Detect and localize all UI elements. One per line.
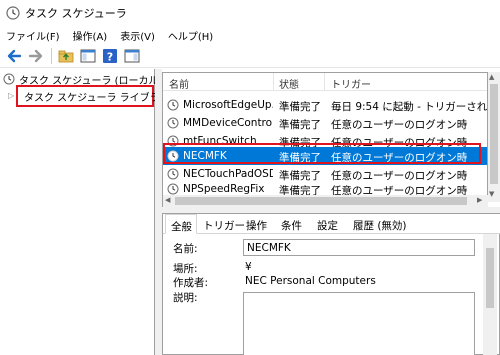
- show-action-pane-button[interactable]: [123, 47, 141, 65]
- toolbar-separator: [51, 47, 52, 64]
- task-name-field[interactable]: NECMFK: [243, 239, 475, 256]
- column-header-trigger[interactable]: トリガー: [331, 76, 371, 91]
- scroll-up-arrow-icon[interactable]: ▲: [489, 73, 494, 81]
- toolbar: ?: [0, 44, 500, 68]
- tab-actions[interactable]: 操作: [246, 214, 267, 234]
- location-label: 場所:: [173, 263, 198, 275]
- tab-history[interactable]: 履歴 (無効): [353, 214, 407, 234]
- task-detail-pane: 全般 トリガー 操作 条件 設定 履歴 (無効) 名前: NECMFK 場所: …: [162, 213, 500, 355]
- task-name: MMDeviceControl...: [183, 117, 273, 129]
- task-clock-icon: [167, 117, 179, 129]
- task-status: 準備完了: [279, 119, 321, 131]
- location-value: ¥: [245, 261, 252, 273]
- column-header-status[interactable]: 状態: [279, 76, 299, 91]
- forward-button[interactable]: [27, 47, 45, 65]
- task-row[interactable]: MMDeviceControl... 準備完了 任意のユーザーのログオン時: [163, 115, 487, 132]
- column-separator[interactable]: [324, 73, 325, 91]
- task-list-vertical-scrollbar[interactable]: ▲ ▼: [488, 72, 500, 202]
- task-name: NPSpeedRegFix: [183, 183, 265, 195]
- task-list-horizontal-scrollbar[interactable]: ◀ ▶: [162, 195, 488, 207]
- selected-row-highlight: [163, 143, 481, 164]
- tab-settings[interactable]: 設定: [317, 214, 338, 234]
- up-folder-button[interactable]: [57, 47, 75, 65]
- author-label: 作成者:: [173, 277, 209, 289]
- task-row[interactable]: MicrosoftEdgeUp... 準備完了 毎日 9:54 に起動 - トリ…: [163, 97, 488, 114]
- task-trigger: 任意のユーザーのログオン時: [331, 119, 468, 131]
- window-title: タスク スケジューラ: [25, 7, 127, 20]
- navigation-tree: タスク スケジューラ (ローカル) ▷ タスク スケジューラ ライブラリ: [0, 69, 170, 355]
- tree-root-node[interactable]: タスク スケジューラ (ローカル): [3, 72, 162, 87]
- scrollbar-thumb[interactable]: [490, 84, 498, 184]
- scroll-left-arrow-icon[interactable]: ◀: [165, 196, 170, 204]
- menu-view[interactable]: 表示(V): [120, 28, 155, 43]
- svg-text:?: ?: [107, 50, 113, 63]
- scroll-down-arrow-icon[interactable]: ▼: [489, 190, 494, 198]
- show-hide-action-pane-icon: [124, 49, 140, 62]
- column-separator[interactable]: [273, 73, 274, 91]
- help-icon: ?: [103, 48, 117, 63]
- task-scheduler-clock-icon: [3, 73, 15, 85]
- tree-item-label: タスク スケジューラ ライブラリ: [24, 92, 170, 104]
- task-list: 名前 状態 トリガー MicrosoftEdgeUp... 準備完了 毎日 9:…: [162, 72, 488, 202]
- menu-bar: ファイル(F) 操作(A) 表示(V) ヘルプ(H): [0, 26, 500, 44]
- scrollbar-thumb[interactable]: [175, 197, 467, 205]
- pane-divider[interactable]: [155, 69, 162, 355]
- folder-up-icon: [58, 50, 74, 62]
- show-hide-tree-icon: [80, 49, 96, 62]
- task-clock-icon: [167, 168, 179, 180]
- description-label: 説明:: [173, 292, 198, 304]
- tree-item-task-library[interactable]: ▷ タスク スケジューラ ライブラリ: [8, 85, 170, 107]
- menu-help[interactable]: ヘルプ(H): [168, 28, 213, 43]
- list-header: 名前 状態 トリガー: [163, 73, 487, 91]
- detail-vertical-scrollbar[interactable]: [483, 234, 497, 355]
- task-trigger: 毎日 9:54 に起動 - トリガーされた後、: [331, 101, 488, 113]
- tab-triggers[interactable]: トリガー: [203, 214, 245, 234]
- scroll-right-arrow-icon[interactable]: ▶: [477, 196, 482, 204]
- task-scheduler-clock-icon: [6, 6, 20, 20]
- forward-arrow-icon: [28, 49, 43, 62]
- author-value: NEC Personal Computers: [245, 275, 376, 287]
- task-clock-icon: [167, 183, 179, 195]
- menu-file[interactable]: ファイル(F): [6, 28, 60, 43]
- task-name: NECTouchPadOSD: [183, 168, 273, 180]
- description-field[interactable]: [243, 292, 475, 355]
- task-status: 準備完了: [279, 101, 321, 113]
- back-button[interactable]: [5, 47, 23, 65]
- tab-conditions[interactable]: 条件: [281, 214, 302, 234]
- title-bar: タスク スケジューラ: [0, 0, 500, 26]
- show-tree-button[interactable]: [79, 47, 97, 65]
- task-clock-icon: [167, 99, 179, 111]
- help-button[interactable]: ?: [101, 47, 119, 65]
- back-arrow-icon: [7, 49, 22, 62]
- column-header-name[interactable]: 名前: [169, 76, 189, 91]
- tab-general[interactable]: 全般: [165, 214, 197, 234]
- scrollbar-thumb[interactable]: [486, 248, 494, 308]
- detail-tabs: 全般 トリガー 操作 条件 設定 履歴 (無効): [163, 214, 500, 234]
- menu-action[interactable]: 操作(A): [73, 28, 108, 43]
- name-label: 名前:: [173, 243, 198, 255]
- expand-arrow-icon[interactable]: ▷: [8, 91, 14, 100]
- task-name: MicrosoftEdgeUp...: [183, 99, 273, 111]
